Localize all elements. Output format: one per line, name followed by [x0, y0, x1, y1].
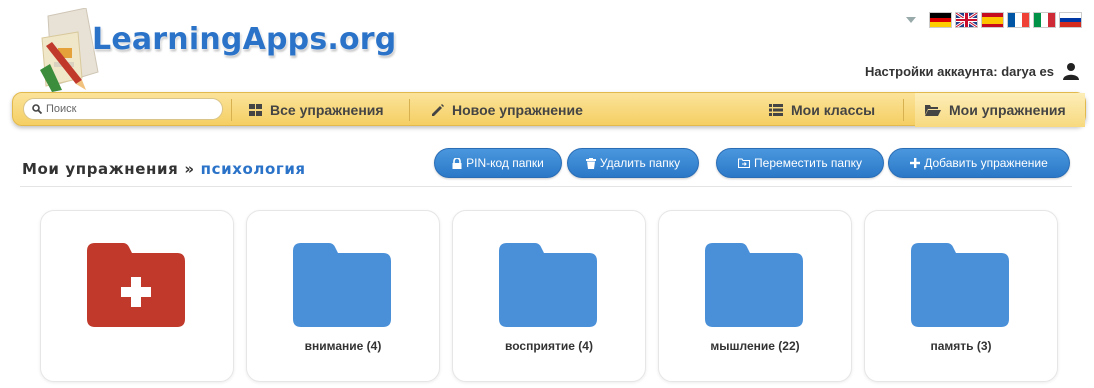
folder-icon	[499, 243, 597, 327]
add-exercise-label: Добавить упражнение	[924, 156, 1048, 170]
user-icon	[1063, 63, 1079, 80]
account-settings-label: Настройки аккаунта: darya es	[864, 63, 1054, 79]
nav-my-classes-label: Мои классы	[791, 102, 876, 118]
language-selector[interactable]	[906, 12, 1082, 28]
folder-move-icon	[738, 158, 751, 168]
account-settings[interactable]: Настройки аккаунта: darya es	[865, 62, 1080, 80]
nav-all-exercises-label: Все упражнения	[270, 102, 384, 118]
flag-es-icon[interactable]	[981, 12, 1004, 28]
move-folder-label: Переместить папку	[754, 156, 862, 170]
folder-label: внимание (4)	[304, 339, 382, 353]
folder-card[interactable]: мышление (22)	[658, 210, 852, 382]
pin-code-button[interactable]: PIN-код папки	[434, 148, 562, 178]
flag-en-icon[interactable]	[955, 12, 978, 28]
logo[interactable]: LearningApps.org	[18, 8, 398, 92]
delete-folder-label: Удалить папку	[599, 156, 681, 170]
flag-de-icon[interactable]	[929, 12, 952, 28]
folder-icon	[705, 243, 803, 327]
search-input[interactable]	[46, 103, 206, 115]
folder-label: восприятие (4)	[505, 339, 593, 353]
flag-fr-icon[interactable]	[1007, 12, 1030, 28]
search-icon	[32, 104, 42, 114]
nav-my-exercises[interactable]: Мои упражнения	[915, 93, 1085, 127]
divider	[20, 186, 1072, 187]
add-exercise-button[interactable]: Добавить упражнение	[888, 148, 1070, 178]
folder-card[interactable]: память (3)	[864, 210, 1058, 382]
breadcrumb-current: психология	[200, 160, 306, 178]
folder-label: память (3)	[930, 339, 992, 353]
folder-open-icon	[925, 105, 941, 116]
nav-divider	[409, 99, 410, 121]
logo-text: LearningApps.org	[92, 22, 397, 57]
lock-icon	[452, 157, 462, 169]
trash-icon	[585, 157, 596, 169]
breadcrumb: Мои упражнения » психология	[22, 160, 306, 178]
chevron-down-icon[interactable]	[906, 17, 916, 23]
pin-code-label: PIN-код папки	[466, 156, 544, 170]
folder-icon	[911, 243, 1009, 327]
new-folder-card[interactable]	[40, 210, 234, 382]
delete-folder-button[interactable]: Удалить папку	[567, 148, 699, 178]
nav-divider	[903, 99, 904, 121]
pencil-icon	[432, 103, 444, 116]
folder-icon	[293, 243, 391, 327]
nav-new-exercise[interactable]: Новое упражнение	[431, 93, 583, 127]
folder-card[interactable]: внимание (4)	[246, 210, 440, 382]
folder-label: мышление (22)	[710, 339, 800, 353]
folder-card[interactable]: восприятие (4)	[452, 210, 646, 382]
breadcrumb-separator: »	[184, 160, 195, 178]
move-folder-button[interactable]: Переместить папку	[716, 148, 884, 178]
flag-ru-icon[interactable]	[1059, 12, 1082, 28]
nav-new-exercise-label: Новое упражнение	[452, 102, 583, 118]
nav-my-classes[interactable]: Мои классы	[769, 93, 875, 127]
search-box[interactable]	[23, 98, 223, 120]
nav-my-exercises-label: Мои упражнения	[949, 102, 1066, 118]
list-icon	[769, 104, 783, 116]
nav-divider	[231, 99, 232, 121]
nav-all-exercises[interactable]: Все упражнения	[249, 93, 384, 127]
new-folder-icon	[87, 243, 185, 327]
flag-it-icon[interactable]	[1033, 12, 1056, 28]
grid-icon	[249, 104, 262, 116]
breadcrumb-root[interactable]: Мои упражнения	[22, 160, 178, 178]
plus-icon	[910, 158, 921, 168]
main-nav: Все упражнения Новое упражнение Мои клас…	[12, 92, 1086, 127]
